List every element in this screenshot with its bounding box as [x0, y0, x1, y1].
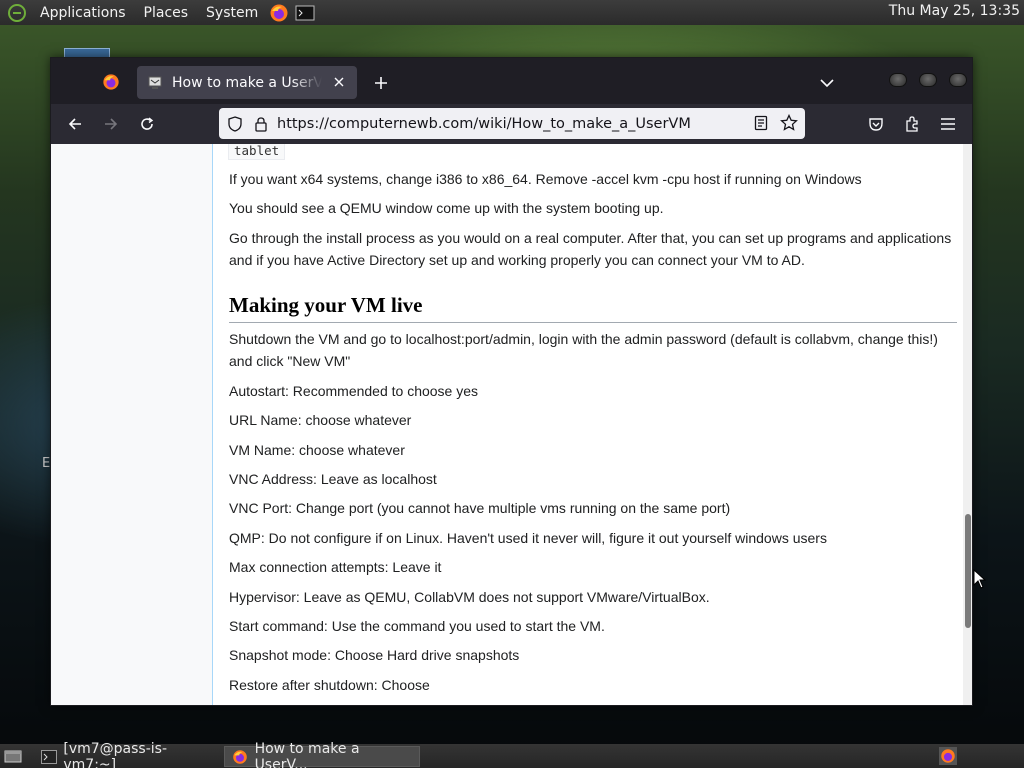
mouse-cursor-icon	[973, 569, 987, 589]
paragraph: Snapshot mode: Choose Hard drive snapsho…	[229, 647, 520, 663]
tab-bar: How to make a UserVM - CollabVM Wiki	[51, 58, 972, 104]
code-snippet: tablet	[228, 144, 286, 160]
places-menu[interactable]: Places	[138, 5, 195, 21]
collabvm-favicon-icon	[146, 74, 164, 92]
paragraph: Start command: Use the command you used …	[229, 618, 605, 634]
paragraph: If you want x64 systems, change i386 to …	[229, 171, 862, 187]
pocket-icon[interactable]	[864, 112, 888, 136]
scrollbar-thumb[interactable]	[965, 514, 971, 628]
url-text[interactable]: https://computernewb.com/wiki/How_to_mak…	[277, 116, 691, 132]
forward-icon[interactable]	[99, 112, 123, 136]
paragraph: VNC Address: Leave as localhost	[229, 471, 437, 487]
navigation-toolbar: https://computernewb.com/wiki/How_to_mak…	[51, 104, 972, 144]
address-bar[interactable]: https://computernewb.com/wiki/How_to_mak…	[219, 108, 805, 139]
tab-how-to-make-uservm[interactable]: How to make a UserVM - CollabVM Wiki	[137, 66, 357, 99]
top-panel: Applications Places System Thu May 25, 1…	[0, 0, 1024, 25]
firefox-icon	[231, 749, 249, 765]
paragraph: Go through the install process as you wo…	[229, 230, 952, 268]
close-tab-icon[interactable]	[331, 74, 347, 90]
vertical-scrollbar[interactable]	[963, 144, 972, 705]
show-desktop-icon[interactable]	[3, 747, 23, 765]
maximize-window-button[interactable]	[919, 73, 937, 87]
firefox-view-icon[interactable]	[97, 70, 125, 94]
system-menu[interactable]: System	[200, 5, 264, 21]
applications-menu[interactable]: Applications	[34, 5, 132, 21]
desktop-icon-label: E	[42, 456, 51, 471]
bookmark-star-icon[interactable]	[779, 113, 799, 133]
paragraph: VM Name: choose whatever	[229, 442, 405, 458]
clock[interactable]: Thu May 25, 13:35	[889, 3, 1020, 19]
paragraph: Autostart: Recommended to choose yes	[229, 383, 479, 399]
paragraph: Restore after shutdown: Choose	[229, 677, 430, 693]
firefox-launcher-icon[interactable]	[268, 3, 290, 23]
app-menu-icon[interactable]	[936, 112, 960, 136]
extensions-icon[interactable]	[900, 112, 924, 136]
list-all-tabs-icon[interactable]	[815, 71, 839, 95]
paragraph: You should see a QEMU window come up wit…	[229, 200, 664, 216]
firefox-window: How to make a UserVM - CollabVM Wiki	[50, 57, 973, 706]
page-content: tablet If you want x64 systems, change i…	[51, 144, 972, 705]
terminal-launcher-icon[interactable]	[294, 3, 316, 23]
paragraph: URL Name: choose whatever	[229, 412, 412, 428]
article-body: tablet If you want x64 systems, change i…	[212, 144, 964, 705]
taskbar-item-terminal[interactable]: [vm7@pass-is-vm7:~]	[34, 741, 220, 768]
new-tab-icon[interactable]	[369, 71, 393, 95]
terminal-icon	[40, 749, 57, 765]
bottom-panel: [vm7@pass-is-vm7:~] How to make a UserV.…	[0, 741, 1024, 768]
reader-view-icon[interactable]	[751, 113, 771, 133]
firefox-tray-icon[interactable]	[938, 746, 958, 766]
minimize-window-button[interactable]	[889, 73, 907, 87]
back-icon[interactable]	[63, 112, 87, 136]
paragraph: Max connection attempts: Leave it	[229, 559, 442, 575]
paragraph: Shutdown the VM and go to localhost:port…	[229, 331, 938, 369]
paragraph: Hypervisor: Leave as QEMU, CollabVM does…	[229, 589, 710, 605]
tab-title: How to make a UserVM - CollabVM Wiki	[172, 74, 322, 91]
section-heading: Making your VM live	[229, 293, 957, 323]
paragraph: QMP: Do not configure if on Linux. Haven…	[229, 530, 827, 546]
mate-logo-icon[interactable]	[6, 2, 28, 24]
paragraph: VNC Port: Change port (you cannot have m…	[229, 500, 731, 516]
taskbar-item-label: How to make a UserV...	[254, 740, 360, 768]
close-window-button[interactable]	[949, 73, 967, 87]
taskbar-item-firefox[interactable]: How to make a UserV...	[224, 741, 420, 768]
shield-icon[interactable]	[225, 114, 245, 134]
reload-icon[interactable]	[135, 112, 159, 136]
lock-icon[interactable]	[251, 114, 271, 134]
taskbar-item-label: [vm7@pass-is-vm7:~]	[63, 740, 168, 768]
